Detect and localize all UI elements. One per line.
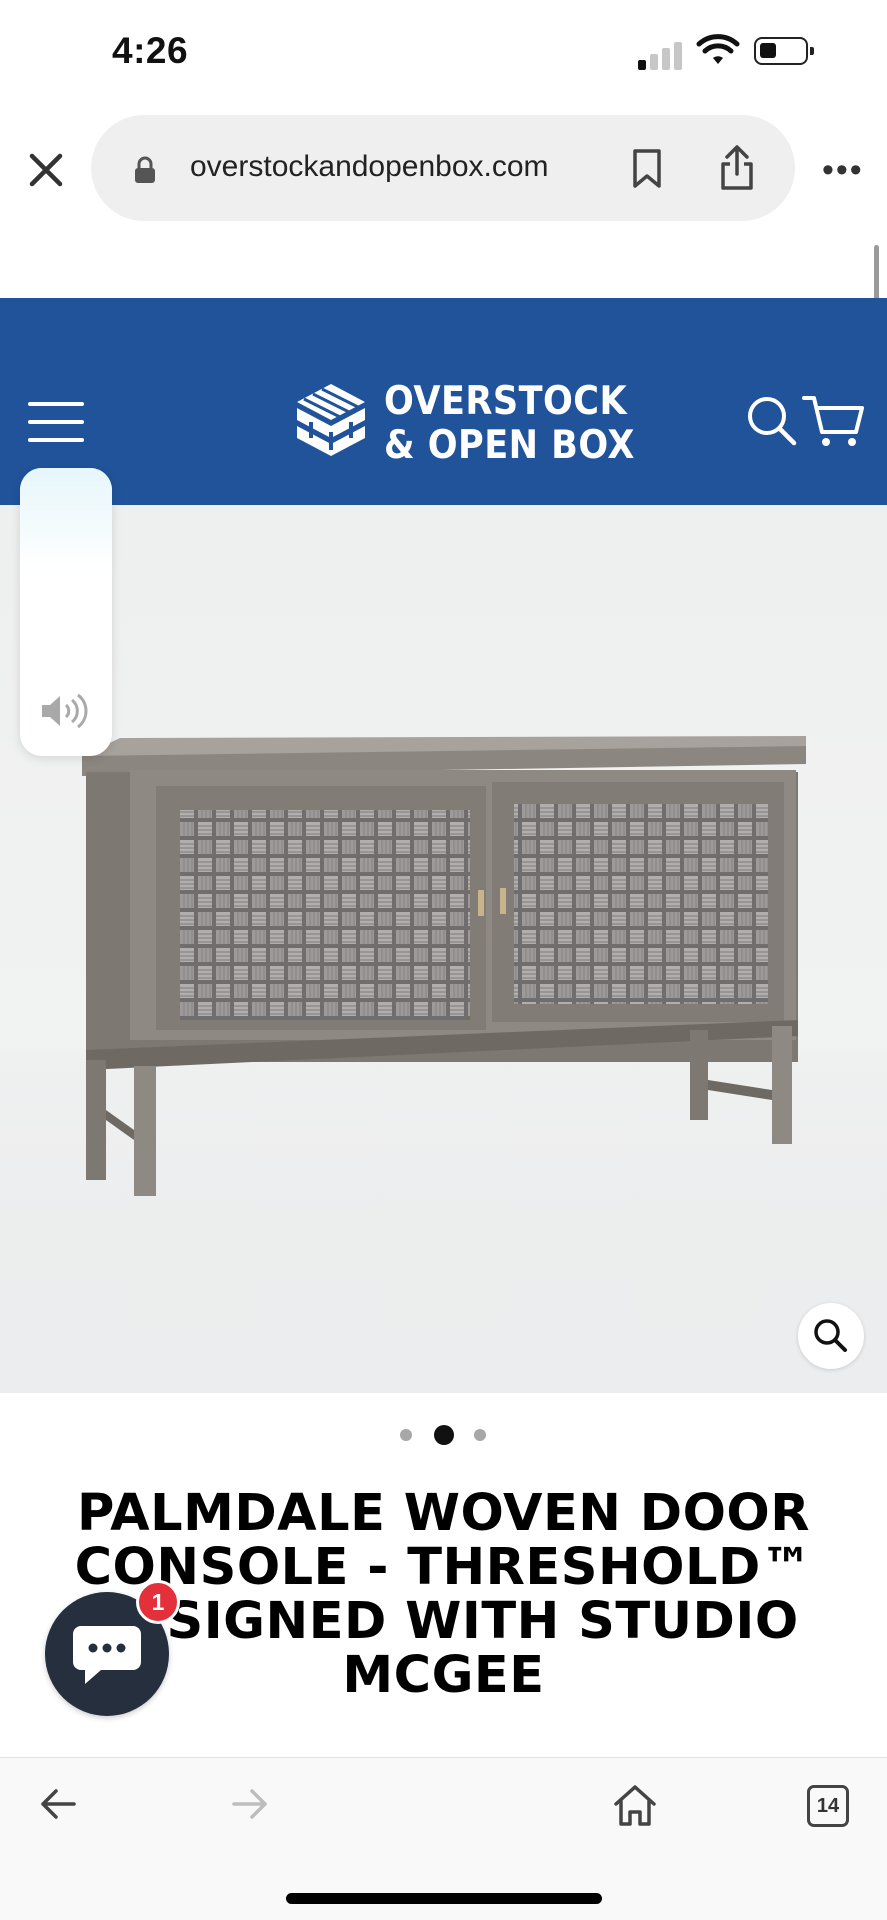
url-text[interactable]: overstockandopenbox.com bbox=[190, 150, 549, 184]
search-icon[interactable] bbox=[745, 394, 797, 446]
logo-line-1: OVERSTOCK bbox=[384, 379, 628, 424]
hamburger-icon[interactable] bbox=[28, 402, 84, 442]
bookmark-icon[interactable] bbox=[630, 148, 664, 190]
home-indicator bbox=[286, 1893, 602, 1904]
logo-line-2: & OPEN BOX bbox=[384, 423, 635, 468]
volume-icon bbox=[42, 693, 88, 729]
share-icon[interactable] bbox=[718, 144, 756, 192]
wifi-icon bbox=[696, 34, 740, 64]
logo-pallet-icon[interactable] bbox=[293, 380, 369, 466]
back-icon[interactable] bbox=[38, 1786, 78, 1822]
image-carousel-dots[interactable] bbox=[398, 1425, 488, 1445]
battery-icon bbox=[754, 37, 814, 65]
carousel-dot-1[interactable] bbox=[400, 1429, 412, 1441]
home-icon[interactable] bbox=[612, 1782, 658, 1828]
lock-icon bbox=[135, 156, 155, 183]
status-bar: 4:26 bbox=[0, 0, 887, 108]
tabs-button[interactable]: 14 bbox=[807, 1785, 849, 1827]
site-logo[interactable]: OVERSTOCK & OPEN BOX bbox=[384, 380, 635, 468]
zoom-icon[interactable] bbox=[798, 1303, 864, 1369]
cart-icon[interactable] bbox=[802, 394, 866, 450]
cellular-signal-icon bbox=[638, 38, 686, 70]
chat-unread-badge: 1 bbox=[136, 1580, 180, 1624]
carousel-dot-3[interactable] bbox=[474, 1429, 486, 1441]
carousel-dot-2[interactable] bbox=[434, 1425, 454, 1445]
more-icon[interactable]: ••• bbox=[822, 153, 864, 187]
close-icon[interactable] bbox=[24, 148, 68, 192]
forward-icon[interactable] bbox=[230, 1786, 270, 1822]
console-cabinet-illustration bbox=[82, 736, 806, 1196]
chat-icon bbox=[73, 1626, 141, 1684]
status-time: 4:26 bbox=[112, 30, 189, 71]
